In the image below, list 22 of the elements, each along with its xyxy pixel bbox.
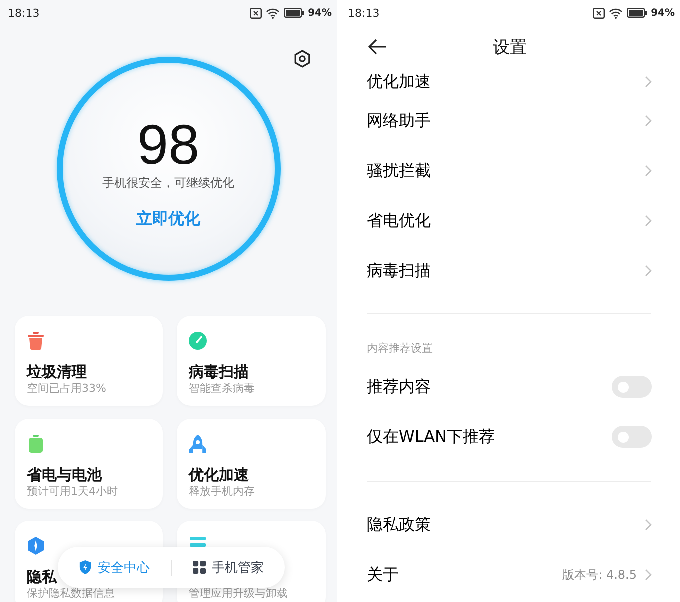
card-subtitle: 智能查杀病毒 (189, 382, 255, 396)
card-subtitle: 空间已占用33% (27, 382, 106, 396)
card-title: 病毒扫描 (189, 362, 249, 382)
card-title: 垃圾清理 (27, 362, 87, 382)
battery-percent: 94% (308, 8, 332, 18)
battery-percent: 94% (651, 8, 675, 18)
setting-label: 仅在WLAN下推荐 (367, 426, 496, 448)
card-title: 省电与电池 (27, 464, 102, 484)
card-subtitle: 管理应用升级与卸载 (189, 587, 288, 601)
section-header: 内容推荐设置 (367, 342, 433, 356)
version-text: 版本号: 4.8.5 (562, 566, 637, 584)
card-title: 隐私 (27, 567, 57, 587)
status-time: 18:13 (8, 6, 40, 20)
status-time: 18:13 (348, 6, 380, 20)
card-title: 优化加速 (189, 464, 249, 484)
setting-label: 推荐内容 (367, 376, 431, 398)
card-subtitle: 保护隐私数据信息 (27, 587, 115, 601)
score-value: 98 (137, 115, 200, 175)
card-subtitle: 释放手机内存 (189, 484, 255, 498)
status-message: 手机很安全，可继续优化 (102, 175, 234, 191)
page-title: 设置 (493, 36, 527, 58)
card-subtitle: 预计可用1天4小时 (27, 484, 118, 498)
